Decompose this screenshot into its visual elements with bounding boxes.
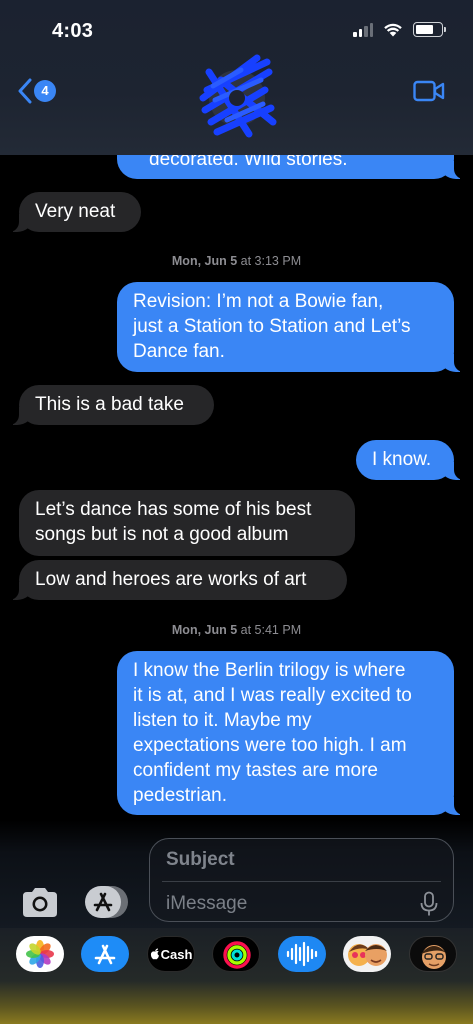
- message-text-line: it is at, and I was really excited to: [133, 685, 412, 706]
- memoji-icon: [421, 945, 447, 969]
- battery-icon: [413, 22, 446, 37]
- cellular-signal-icon: [353, 22, 373, 37]
- back-button[interactable]: 4: [18, 78, 56, 104]
- compose-divider: [162, 881, 441, 882]
- imessage-input[interactable]: [166, 891, 406, 917]
- message-text: Low and heroes are works of art: [35, 569, 307, 590]
- message-bubble-incoming[interactable]: Low and heroes are works of art: [9, 560, 347, 600]
- apple-cash-icon: [150, 948, 159, 960]
- message-text-line: pedestrian.: [133, 785, 228, 806]
- message-bubble-outgoing[interactable]: Revision: I’m not a Bowie fan, just a St…: [117, 282, 464, 372]
- message-bubble-outgoing[interactable]: I know.: [356, 440, 464, 480]
- message-bubble-incoming[interactable]: This is a bad take: [9, 385, 214, 425]
- status-time: 4:03: [52, 20, 94, 42]
- message-text-line: just a Station to Station and Let’s: [133, 316, 411, 337]
- memoji-icon: [348, 944, 387, 966]
- message-text: This is a bad take: [35, 394, 184, 415]
- timestamp-day: Mon, Jun 5: [171, 254, 238, 268]
- message-text-line: listen to it. Maybe my: [133, 710, 312, 731]
- app-store-icon[interactable]: [83, 884, 129, 920]
- message-text: I know.: [372, 449, 432, 470]
- timestamp-divider: Mon, Jun 5 at 5:41 PM: [0, 623, 473, 637]
- message-text: Very neat: [35, 201, 116, 222]
- memoji-stickers-app-button[interactable]: [343, 936, 391, 972]
- timestamp-divider: Mon, Jun 5 at 3:13 PM: [0, 254, 473, 268]
- message-text-line: Dance fan.: [133, 341, 225, 362]
- app-store-app-button[interactable]: [81, 936, 129, 972]
- wifi-icon: [384, 23, 402, 37]
- status-indicators: [353, 22, 446, 37]
- apple-cash-app-button[interactable]: Cash: [147, 936, 195, 972]
- timestamp-time: at 5:41 PM: [240, 623, 302, 637]
- message-bubble-incoming[interactable]: Let’s dance has some of his best songs b…: [19, 490, 355, 556]
- microphone-icon[interactable]: [419, 891, 439, 917]
- conversation-header: 4:03 4: [0, 0, 473, 155]
- message-text-line: Revision: I’m not a Bowie fan,: [133, 291, 384, 312]
- voice-waveform-icon: [286, 941, 318, 967]
- fitness-rings-icon: [223, 941, 251, 969]
- app-store-icon: [94, 944, 116, 965]
- photos-icon: [26, 940, 54, 968]
- subject-field[interactable]: Subject: [166, 849, 235, 871]
- message-text-line: expectations were too high. I am: [133, 735, 407, 756]
- message-text-line: Let’s dance has some of his best: [35, 499, 312, 520]
- home-indicator: [170, 1010, 304, 1015]
- timestamp-time: at 3:13 PM: [240, 254, 302, 268]
- apple-cash-label: Cash: [160, 946, 193, 962]
- camera-icon[interactable]: [20, 884, 60, 920]
- message-bubble-outgoing[interactable]: I know the Berlin trilogy is where it is…: [117, 651, 464, 815]
- message-bubble-incoming[interactable]: Very neat: [9, 192, 141, 232]
- chevron-left-icon: [18, 78, 32, 104]
- audio-message-app-button[interactable]: [278, 936, 326, 972]
- memoji-app-button[interactable]: [409, 936, 457, 972]
- fitness-app-button[interactable]: [212, 936, 260, 972]
- photos-app-button[interactable]: [16, 936, 64, 972]
- message-text-line: confident my tastes are more: [133, 760, 378, 781]
- message-compose-box[interactable]: Subject: [149, 838, 454, 922]
- facetime-video-icon[interactable]: [413, 80, 445, 102]
- contact-avatar[interactable]: [197, 50, 277, 140]
- message-text-line: songs but is not a good album: [35, 524, 289, 545]
- timestamp-day: Mon, Jun 5: [171, 623, 238, 637]
- unread-count-badge: 4: [34, 80, 56, 102]
- message-text-line: I know the Berlin trilogy is where: [133, 660, 406, 681]
